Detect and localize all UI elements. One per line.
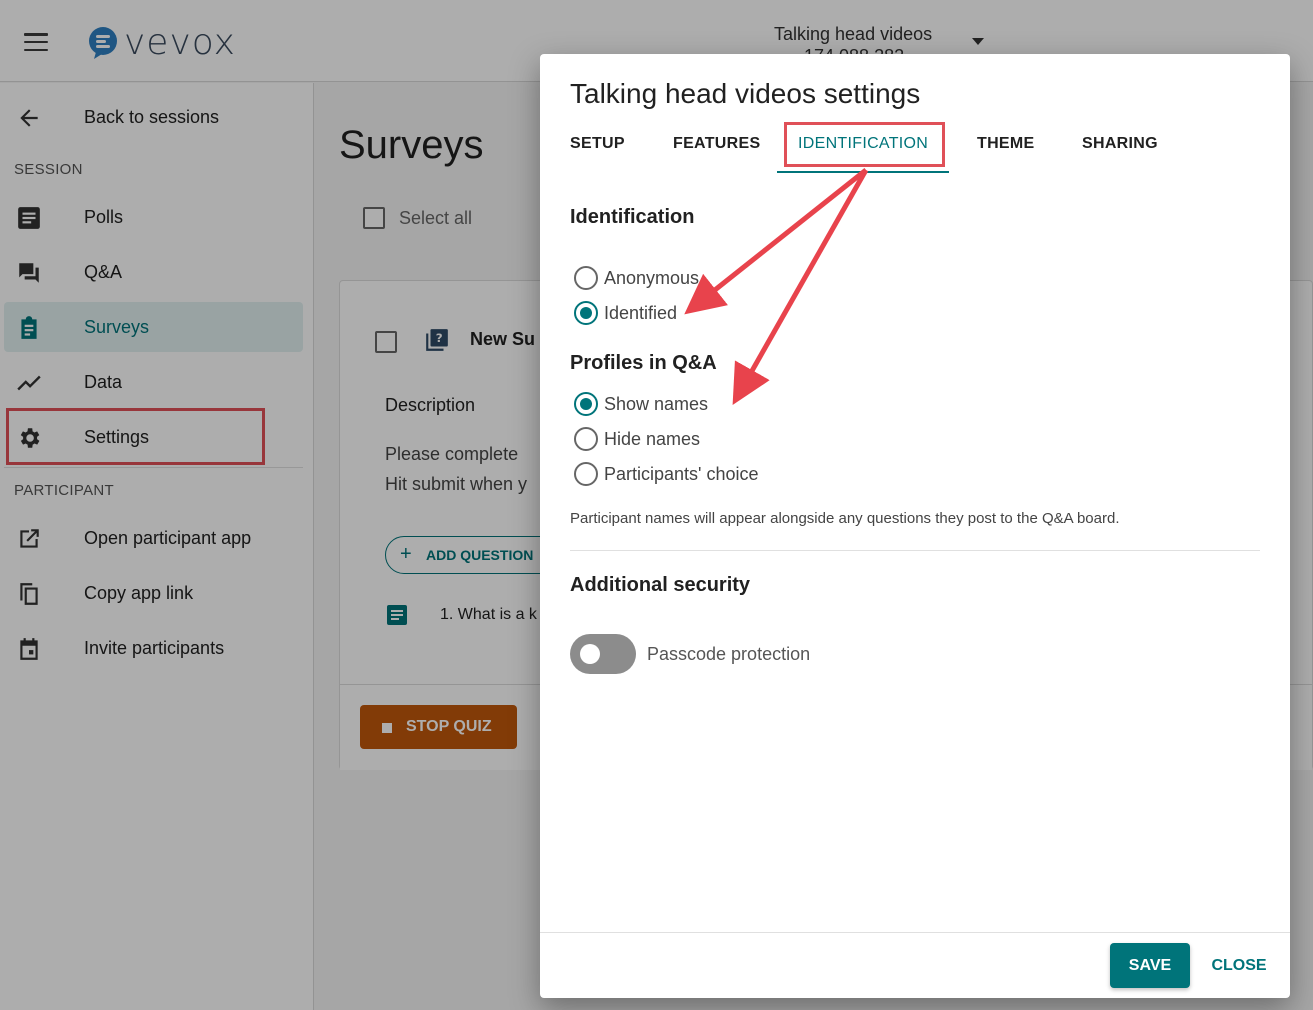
participants-choice-label[interactable]: Participants' choice <box>604 464 759 485</box>
hide-names-radio[interactable] <box>574 427 598 451</box>
dialog-footer-divider <box>540 932 1290 933</box>
anonymous-radio[interactable] <box>574 266 598 290</box>
toggle-knob <box>580 644 600 664</box>
tab-sharing[interactable]: SHARING <box>1082 135 1158 153</box>
profiles-heading: Profiles in Q&A <box>570 352 717 374</box>
active-tab-indicator <box>777 171 949 173</box>
passcode-toggle[interactable] <box>570 634 636 674</box>
tab-setup[interactable]: SETUP <box>570 135 625 153</box>
close-button[interactable]: CLOSE <box>1204 943 1274 988</box>
anonymous-label[interactable]: Anonymous <box>604 268 699 289</box>
save-button[interactable]: SAVE <box>1110 943 1190 988</box>
identification-heading: Identification <box>570 206 695 228</box>
identified-label[interactable]: Identified <box>604 303 677 324</box>
settings-dialog: Talking head videos settings SETUP FEATU… <box>540 54 1290 998</box>
identified-radio[interactable] <box>574 301 598 325</box>
passcode-label: Passcode protection <box>647 644 811 664</box>
tab-features[interactable]: FEATURES <box>673 135 760 153</box>
participants-choice-radio[interactable] <box>574 462 598 486</box>
tab-theme[interactable]: THEME <box>977 135 1035 153</box>
dialog-divider <box>570 550 1260 551</box>
profiles-help-text: Participant names will appear alongside … <box>570 510 1120 527</box>
hide-names-label[interactable]: Hide names <box>604 429 700 450</box>
show-names-radio[interactable] <box>574 392 598 416</box>
identification-tab-annotation-box <box>784 122 945 167</box>
security-heading: Additional security <box>570 574 751 596</box>
show-names-label[interactable]: Show names <box>604 394 708 415</box>
dialog-title: Talking head videos settings <box>570 78 921 109</box>
